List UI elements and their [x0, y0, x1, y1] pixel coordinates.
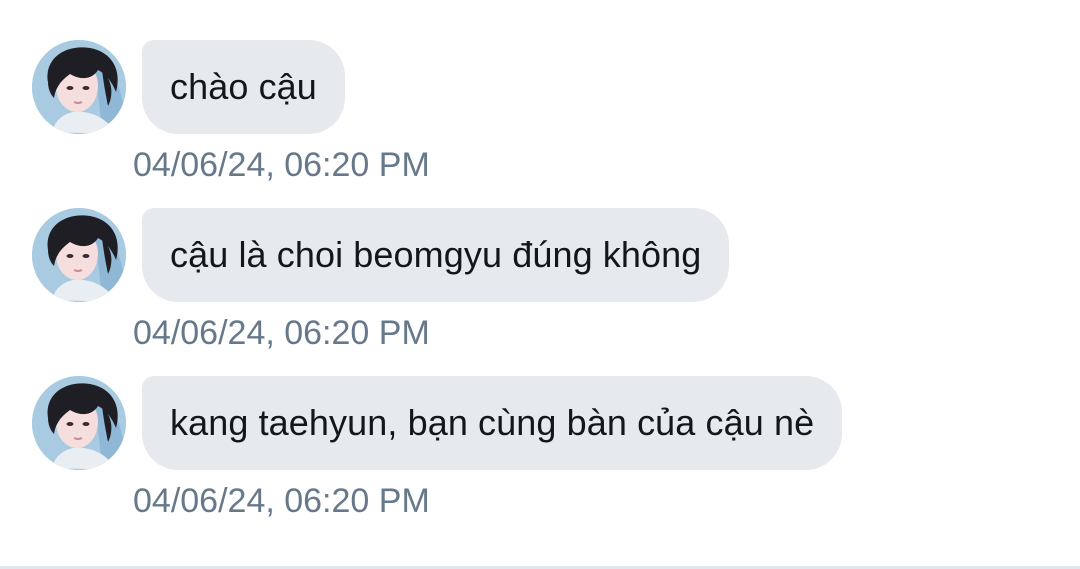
- message-bubble[interactable]: chào cậu: [142, 40, 345, 134]
- message-timestamp: 04/06/24, 06:20 PM: [133, 314, 430, 352]
- message-bubble[interactable]: kang taehyun, bạn cùng bàn của cậu nè: [142, 376, 843, 470]
- avatar[interactable]: [32, 40, 126, 134]
- message-thread: chào cậu 04/06/24, 06:20 PM cậu là choi …: [0, 0, 1080, 569]
- avatar[interactable]: [32, 376, 126, 470]
- message-item: chào cậu 04/06/24, 06:20 PM: [0, 40, 1080, 190]
- message-timestamp: 04/06/24, 06:20 PM: [133, 146, 430, 184]
- message-text: cậu là choi beomgyu đúng không: [170, 234, 702, 275]
- profile-photo-icon: [32, 376, 126, 470]
- message-text: chào cậu: [170, 66, 317, 107]
- message-item: kang taehyun, bạn cùng bàn của cậu nè 04…: [0, 376, 1080, 526]
- avatar[interactable]: [32, 208, 126, 302]
- message-bubble[interactable]: cậu là choi beomgyu đúng không: [142, 208, 730, 302]
- message-text: kang taehyun, bạn cùng bàn của cậu nè: [170, 402, 815, 443]
- profile-photo-icon: [32, 208, 126, 302]
- profile-photo-icon: [32, 40, 126, 134]
- message-timestamp: 04/06/24, 06:20 PM: [133, 482, 430, 520]
- message-item: cậu là choi beomgyu đúng không 04/06/24,…: [0, 208, 1080, 358]
